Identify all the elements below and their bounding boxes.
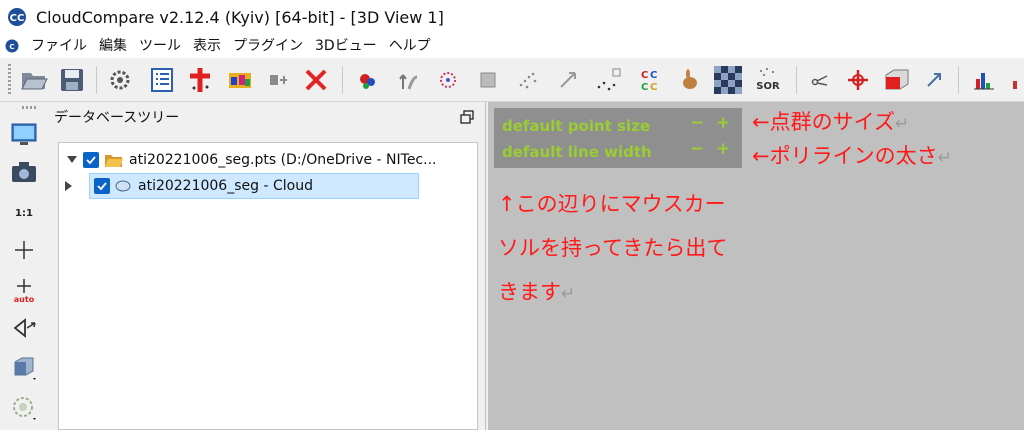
pivot-auto-icon[interactable]: auto — [6, 272, 42, 308]
main-toolbar: CCCC SOR — [0, 58, 1024, 102]
point-size-minus-button[interactable]: − — [690, 113, 704, 133]
3d-view[interactable]: default point size − + default line widt… — [488, 102, 1024, 430]
return-mark: ↵ — [561, 284, 576, 304]
perspective-icon[interactable] — [6, 310, 42, 346]
annotation-hint-line2: ソルを持ってきたら出て — [498, 236, 728, 260]
expand-arrow-icon[interactable] — [62, 179, 76, 193]
histogram-icon[interactable] — [968, 64, 1000, 96]
checkbox-icon[interactable] — [94, 178, 110, 194]
window-title: CloudCompare v2.12.4 (Kyiv) [64-bit] - [… — [36, 7, 444, 27]
view-toolbar: 1:1 auto — [0, 102, 48, 430]
size-overlay: default point size − + default line widt… — [494, 108, 742, 168]
scatter-points-icon[interactable] — [512, 64, 544, 96]
menu-help[interactable]: ヘルプ — [383, 34, 437, 58]
db-tree: ati20221006_seg.pts (D:/OneDrive - NITec… — [58, 142, 478, 430]
menu-3dviews[interactable]: 3Dビュー — [309, 34, 383, 58]
subsample-icon[interactable] — [432, 64, 464, 96]
open-folder-icon[interactable] — [18, 64, 50, 96]
tree-item-cloud[interactable]: ati20221006_seg - Cloud — [65, 173, 419, 199]
pivot-cross-icon[interactable] — [6, 232, 42, 268]
mesh-icon[interactable] — [472, 64, 504, 96]
menu-bar: C ファイル 編集 ツール 表示 プラグイン 3Dビュー ヘルプ — [0, 34, 1024, 58]
db-tree-titlebar: データベースツリー — [50, 104, 482, 130]
sample-points-icon[interactable] — [352, 64, 384, 96]
line-width-plus-button[interactable]: + — [716, 139, 730, 159]
registration-icon[interactable] — [552, 64, 584, 96]
menu-edit[interactable]: 編集 — [93, 34, 133, 58]
lighting-sun-icon[interactable] — [6, 390, 42, 426]
cloudcompare-logo-icon: CC — [6, 6, 28, 28]
save-icon[interactable] — [56, 64, 88, 96]
svg-text:C: C — [9, 43, 14, 51]
zoom-one-to-one-icon[interactable]: 1:1 — [6, 194, 42, 230]
line-width-row: default line width — [502, 140, 652, 164]
annotation-point-size: ←点群のサイズ↵ — [752, 110, 910, 134]
tree-item-file-label: ati20221006_seg.pts (D:/OneDrive - NITec… — [129, 152, 437, 168]
compute-normals-icon[interactable] — [392, 64, 424, 96]
annotation-line-width: ←ポリラインの太さ↵ — [752, 144, 952, 168]
menu-logo-icon: C — [5, 39, 19, 53]
settings-gear-icon[interactable] — [104, 64, 136, 96]
db-tree-panel: データベースツリー ati20221006_seg.pts (D:/OneDri… — [48, 102, 486, 430]
pick-rotation-center-icon[interactable] — [918, 64, 950, 96]
clone-icon[interactable] — [262, 64, 294, 96]
checkerboard-icon[interactable] — [712, 64, 744, 96]
scissors-icon[interactable] — [804, 64, 836, 96]
svg-text:C: C — [650, 70, 657, 81]
point-picking-icon[interactable] — [592, 64, 624, 96]
view-cube-icon[interactable] — [6, 350, 42, 386]
svg-text:auto: auto — [14, 295, 35, 304]
bunny-icon[interactable] — [674, 64, 706, 96]
menu-tools[interactable]: ツール — [133, 34, 187, 58]
toolbar-grip[interactable] — [8, 64, 11, 96]
svg-text:C: C — [650, 82, 657, 93]
segment-box-icon[interactable] — [880, 64, 912, 96]
float-window-icon[interactable] — [460, 110, 474, 124]
return-mark: ↵ — [937, 148, 952, 168]
line-width-label: default line width — [502, 143, 652, 161]
collapse-arrow-icon[interactable] — [65, 153, 79, 167]
point-size-row: default point size — [502, 114, 650, 138]
svg-text:C: C — [641, 82, 648, 93]
annotation-hint-line1: ↑この辺りにマウスカー — [498, 192, 726, 216]
tree-item-file[interactable]: ati20221006_seg.pts (D:/OneDrive - NITec… — [65, 147, 473, 173]
return-mark: ↵ — [894, 114, 910, 134]
merge-colors-icon[interactable] — [224, 64, 256, 96]
properties-list-icon[interactable] — [146, 64, 178, 96]
checkbox-icon[interactable] — [83, 152, 99, 168]
cloud-icon — [115, 178, 133, 194]
folder-icon — [104, 152, 124, 168]
sor-filter-icon[interactable]: SOR — [752, 64, 784, 96]
point-size-label: default point size — [502, 117, 651, 135]
delete-icon[interactable] — [300, 64, 332, 96]
compare-cc-icon[interactable]: CCCC — [634, 64, 666, 96]
line-width-minus-button[interactable]: − — [690, 139, 704, 159]
svg-text:1:1: 1:1 — [15, 208, 33, 219]
add-point-icon[interactable] — [184, 64, 216, 96]
more-tools-icon[interactable] — [1004, 64, 1024, 96]
menu-display[interactable]: 表示 — [187, 34, 227, 58]
svg-text:CC: CC — [10, 13, 25, 24]
db-tree-title: データベースツリー — [54, 110, 180, 126]
tree-item-cloud-label: ati20221006_seg - Cloud — [138, 178, 313, 194]
point-size-plus-button[interactable]: + — [716, 113, 730, 133]
translate-rotate-icon[interactable] — [842, 64, 874, 96]
title-bar: CC CloudCompare v2.12.4 (Kyiv) [64-bit] … — [0, 0, 1024, 34]
menu-file[interactable]: ファイル — [25, 34, 93, 58]
menu-plugins[interactable]: プラグイン — [227, 34, 309, 58]
annotation-hint-line3: きます↵ — [498, 280, 576, 304]
camera-icon[interactable] — [6, 154, 42, 190]
svg-text:C: C — [641, 70, 648, 81]
svg-text:SOR: SOR — [756, 81, 780, 92]
global-zoom-icon[interactable] — [6, 116, 42, 152]
